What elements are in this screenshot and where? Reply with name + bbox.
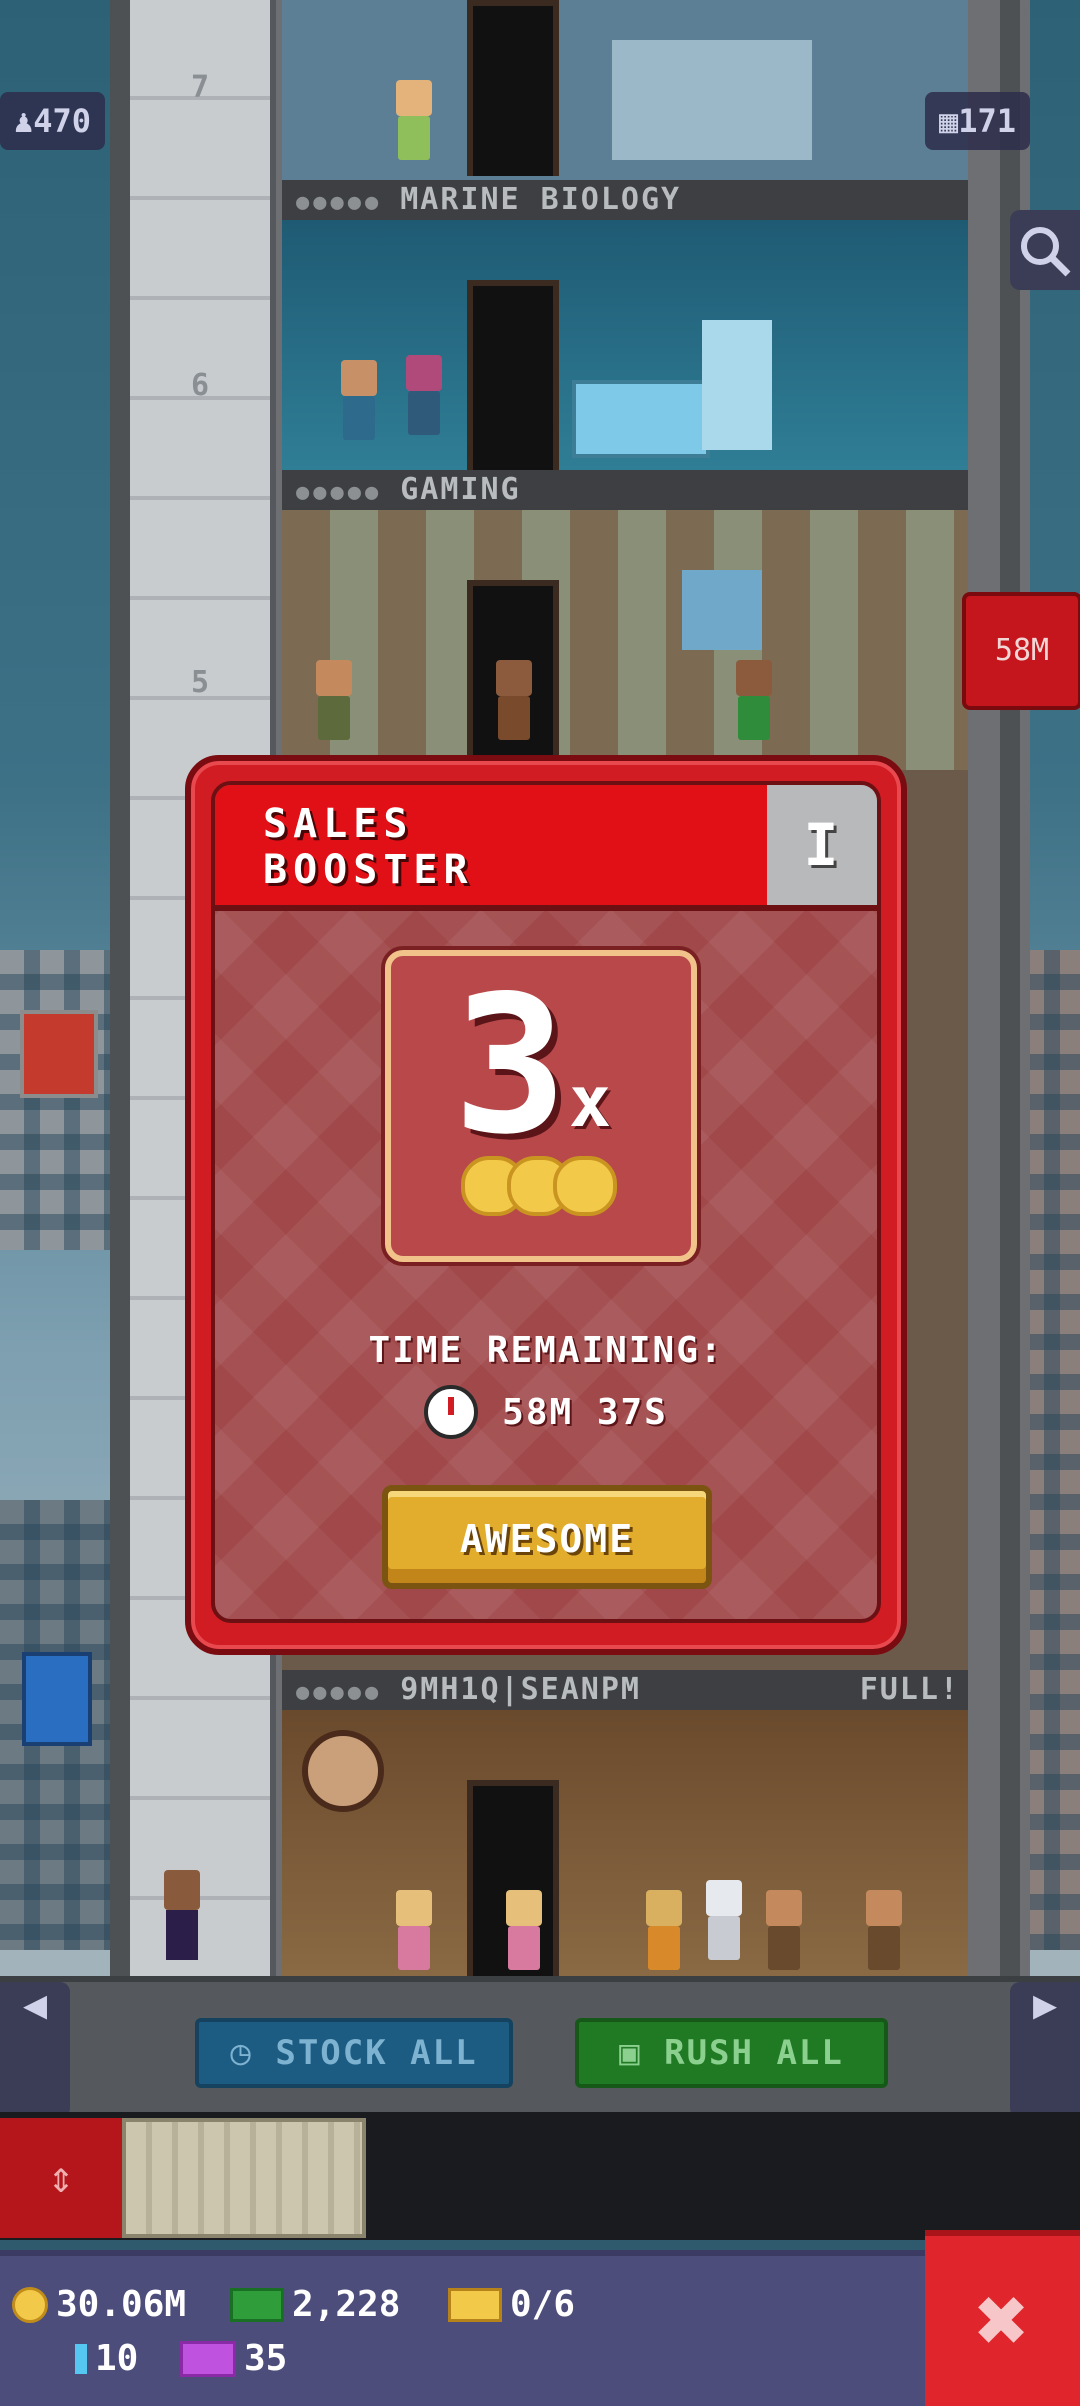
prev-floor-button[interactable]: ◀: [0, 1982, 70, 2118]
close-icon: ✖: [975, 2268, 1030, 2373]
resident: [392, 80, 436, 160]
event-timer-badge[interactable]: 58M: [962, 592, 1080, 710]
resident: [492, 660, 536, 740]
floors-badge[interactable]: ▦171: [925, 92, 1031, 150]
resident: [732, 660, 776, 740]
clock-icon: ◷: [230, 2033, 253, 2073]
sales-booster-dialog: SALES BOOSTER i 3 x TIME REMAINING: 58M …: [185, 755, 907, 1655]
bux-icon: [230, 2287, 284, 2322]
population-badge[interactable]: ♟470: [0, 92, 106, 150]
coins-stat: 30.06M: [12, 2284, 186, 2325]
gems-stat: 10: [75, 2338, 138, 2379]
room-gaming: [282, 510, 968, 770]
up-down-arrows-icon: ⇕: [47, 2152, 75, 2203]
floor-label: ●●●●● 9MH1Q|SEANPM FULL!: [282, 1670, 968, 1710]
resident: [502, 1890, 546, 1970]
wall-clock: [302, 1730, 384, 1812]
floor-gaming[interactable]: ●●●●● GAMING: [282, 470, 968, 770]
bux-stat: 2,228: [230, 2284, 400, 2325]
bitizen-robot: [702, 1880, 746, 1960]
awesome-button[interactable]: AWESOME: [382, 1485, 712, 1589]
tickets-stat: 0/6: [448, 2284, 575, 2325]
building-icon: ▦: [939, 102, 959, 140]
info-button[interactable]: i: [767, 785, 877, 905]
tower-rail: [1000, 0, 1020, 1990]
search-icon: [1021, 227, 1071, 277]
floor-door: [467, 0, 559, 176]
lab-bench: [572, 380, 710, 458]
floor-full-label: FULL!: [859, 1672, 960, 1707]
resident: [862, 1890, 906, 1970]
dialog-header: SALES BOOSTER i: [215, 785, 877, 911]
elevator-toggle-button[interactable]: ⇕: [0, 2118, 122, 2238]
elevator-floor-number: 6: [190, 368, 210, 403]
window: [682, 570, 762, 650]
rush-all-button[interactable]: ▣ RUSH ALL: [575, 2018, 888, 2088]
multiplier-value: 3: [453, 955, 568, 1176]
bux-icon: ▣: [619, 2033, 642, 2073]
fridge: [702, 320, 772, 450]
chevron-right-icon: ▶: [1032, 1982, 1058, 2028]
resident: [337, 360, 381, 440]
time-remaining-label: TIME REMAINING:: [368, 1330, 724, 1371]
floor-marine-biology[interactable]: ●●●●● MARINE BIOLOGY: [282, 180, 968, 470]
floor-residential[interactable]: ●●●●● 9MH1Q|SEANPM FULL!: [282, 1670, 968, 1976]
vip-icon: [180, 2340, 236, 2377]
room-residential: [282, 1710, 968, 1976]
room-aquarium: [282, 220, 968, 470]
lobby-crate: [122, 2118, 366, 2238]
info-icon: i: [803, 811, 841, 879]
floor-label: ●●●●● GAMING: [282, 470, 968, 510]
tower-rail: [110, 0, 130, 1990]
elevator-floor-number: 5: [190, 665, 210, 700]
chevron-left-icon: ◀: [22, 1982, 48, 2028]
people-icon: ♟: [14, 102, 34, 140]
floor-top[interactable]: [282, 0, 968, 180]
billboard-icon: [20, 1010, 98, 1098]
room-decor: [612, 40, 812, 160]
resident: [312, 660, 356, 740]
search-button[interactable]: [1010, 210, 1080, 290]
coin-icon: [12, 2286, 48, 2323]
resident: [642, 1890, 686, 1970]
stock-all-button[interactable]: ◷ STOCK ALL: [195, 2018, 513, 2088]
close-button[interactable]: ✖: [925, 2230, 1080, 2406]
resident: [392, 1890, 436, 1970]
ticket-icon: [448, 2287, 502, 2322]
currency-bar[interactable]: 30.06M 2,228 0/6 10 35: [0, 2250, 925, 2406]
coins-icon: [461, 1156, 621, 1216]
clock-icon: [424, 1385, 479, 1439]
dialog-body: SALES BOOSTER i 3 x TIME REMAINING: 58M …: [211, 781, 881, 1623]
resident: [402, 355, 446, 435]
next-floor-button[interactable]: ▶: [1010, 1982, 1080, 2118]
bottom-toolbar: ◀ ◷ STOCK ALL ▣ RUSH ALL ▶: [0, 1976, 1080, 2118]
boost-multiplier-card: 3 x: [385, 950, 697, 1262]
resident: [762, 1890, 806, 1970]
time-remaining-value: 58M 37S: [502, 1391, 668, 1433]
floor-door: [467, 280, 559, 470]
billboard-icon: [22, 1652, 92, 1746]
elevator-rider: [160, 1870, 204, 1960]
time-remaining-row: 58M 37S: [215, 1385, 877, 1439]
floor-label: ●●●●● MARINE BIOLOGY: [282, 180, 968, 220]
dialog-title: SALES BOOSTER: [263, 801, 474, 893]
gem-icon: [75, 2343, 87, 2374]
elevator-floor-number: 7: [190, 70, 210, 105]
vip-stat: 35: [180, 2338, 287, 2379]
multiplier-suffix: x: [569, 1061, 612, 1143]
